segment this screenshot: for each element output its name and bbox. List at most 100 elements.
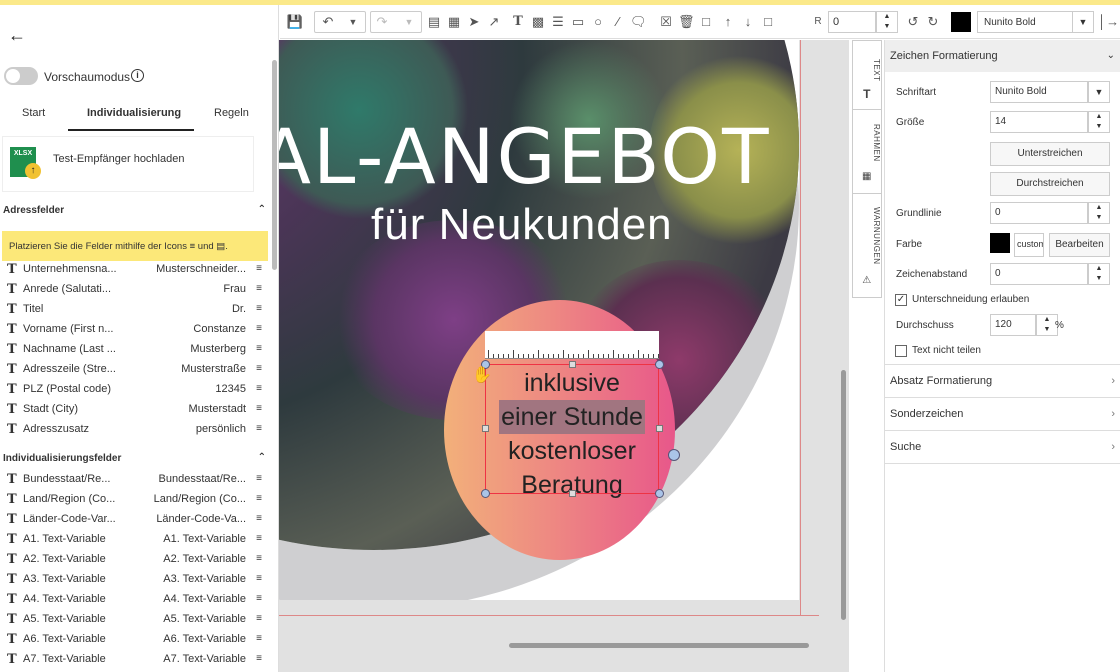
- upload-test-recipients-button[interactable]: XLSX ↑ Test-Empfänger hochladen: [3, 137, 253, 191]
- insert-field-icon[interactable]: ≡: [256, 613, 262, 624]
- barcode-icon[interactable]: ☰: [550, 12, 566, 32]
- accordion-suche[interactable]: Suche ›: [885, 430, 1120, 463]
- baseline-stepper[interactable]: ▲ ▼: [1088, 202, 1110, 224]
- side-tab-warnungen[interactable]: WARNUNGEN: [853, 201, 881, 271]
- canvas-vertical-scrollbar[interactable]: [841, 370, 846, 620]
- field-row[interactable]: T Titel Dr. ≡: [0, 300, 268, 320]
- paste-icon[interactable]: ▦: [446, 12, 462, 32]
- comment-icon[interactable]: 🗨: [630, 12, 647, 32]
- insert-field-icon[interactable]: ≡: [256, 533, 262, 544]
- strikethrough-button[interactable]: Durchstreichen: [990, 172, 1110, 196]
- text-color-swatch[interactable]: [951, 12, 971, 32]
- delete-icon[interactable]: 🗑: [678, 12, 695, 32]
- insert-field-icon[interactable]: ≡: [256, 323, 262, 334]
- field-row[interactable]: T A5. Text-Variable A5. Text-Variable ≡: [0, 610, 268, 630]
- resize-handle-tr[interactable]: [655, 360, 664, 369]
- field-row[interactable]: T Länder-Code-Var... Länder-Code-Va... ≡: [0, 510, 268, 530]
- spacing-stepper[interactable]: ▲ ▼: [1088, 263, 1110, 285]
- insert-field-icon[interactable]: ≡: [256, 283, 262, 294]
- insert-field-icon[interactable]: ≡: [256, 363, 262, 374]
- size-input[interactable]: 14: [990, 111, 1088, 133]
- insert-field-icon[interactable]: ≡: [256, 343, 262, 354]
- section-address-header[interactable]: Adressfelder ⌃: [3, 204, 268, 216]
- rectangle-tool-icon[interactable]: ▭: [570, 12, 586, 32]
- resize-handle-left[interactable]: [482, 425, 489, 432]
- side-tab-text[interactable]: TEXT: [853, 49, 881, 91]
- resize-handle-bottom[interactable]: [569, 490, 576, 497]
- canvas-horizontal-scrollbar[interactable]: [509, 643, 809, 648]
- headline-text[interactable]: AL-ANGEBOT: [279, 112, 771, 201]
- insert-field-icon[interactable]: ≡: [256, 383, 262, 394]
- field-row[interactable]: T Adresszeile (Stre... Musterstraße ≡: [0, 360, 268, 380]
- preview-toggle[interactable]: [4, 67, 38, 85]
- insert-field-icon[interactable]: ≡: [256, 633, 262, 644]
- tab-regeln[interactable]: Regeln: [214, 107, 249, 119]
- undo-icon[interactable]: ↶: [318, 12, 338, 32]
- side-tab-rahmen[interactable]: RAHMEN: [853, 117, 881, 169]
- field-row[interactable]: T A1. Text-Variable A1. Text-Variable ≡: [0, 530, 268, 550]
- tab-start[interactable]: Start: [22, 107, 45, 119]
- accordion-absatz[interactable]: Absatz Formatierung ›: [885, 364, 1120, 397]
- insert-field-icon[interactable]: ≡: [256, 553, 262, 564]
- field-row[interactable]: T A7. Text-Variable A7. Text-Variable ≡: [0, 650, 268, 670]
- field-row[interactable]: T Anrede (Salutati... Frau ≡: [0, 280, 268, 300]
- bring-forward-icon[interactable]: ↑: [720, 12, 736, 32]
- nosplit-checkbox[interactable]: [895, 345, 907, 357]
- color-swatch[interactable]: [990, 233, 1010, 253]
- copy-icon[interactable]: ▤: [426, 12, 442, 32]
- redo-icon[interactable]: ↷: [372, 12, 392, 32]
- insert-field-icon[interactable]: ≡: [256, 573, 262, 584]
- crop-icon[interactable]: □: [698, 12, 714, 32]
- rotate-left-icon[interactable]: ↺: [904, 12, 922, 32]
- underline-button[interactable]: Unterstreichen: [990, 142, 1110, 166]
- insert-field-icon[interactable]: ≡: [256, 493, 262, 504]
- field-row[interactable]: T A4. Text-Variable A4. Text-Variable ≡: [0, 590, 268, 610]
- insert-field-icon[interactable]: ≡: [256, 593, 262, 604]
- leading-input[interactable]: 120: [990, 314, 1036, 336]
- field-row[interactable]: T A3. Text-Variable A3. Text-Variable ≡: [0, 570, 268, 590]
- hide-icon[interactable]: ☒: [658, 12, 674, 32]
- field-row[interactable]: T Adresszusatz persönlich ≡: [0, 420, 268, 440]
- insert-field-icon[interactable]: ≡: [256, 423, 262, 434]
- color-custom-select[interactable]: custom: [1014, 233, 1044, 257]
- chevron-down-icon[interactable]: ▼: [1072, 11, 1094, 33]
- chevron-down-icon[interactable]: ▼: [1088, 81, 1110, 103]
- kerning-checkbox[interactable]: ✓: [895, 294, 907, 306]
- selection-box[interactable]: [485, 364, 659, 494]
- accordion-sonderzeichen[interactable]: Sonderzeichen ›: [885, 397, 1120, 430]
- image-tool-icon[interactable]: ▩: [530, 12, 546, 32]
- section-custom-header[interactable]: Individualisierungsfelder ⌃: [3, 452, 268, 464]
- text-ruler[interactable]: [485, 331, 659, 359]
- insert-field-icon[interactable]: ≡: [256, 263, 262, 274]
- back-arrow-icon[interactable]: ←: [8, 25, 26, 46]
- info-icon[interactable]: i: [131, 69, 144, 82]
- subline-text[interactable]: für Neukunden: [371, 200, 673, 250]
- resize-handle-top[interactable]: [569, 361, 576, 368]
- size-stepper[interactable]: ▲ ▼: [1088, 111, 1110, 133]
- field-row[interactable]: T PLZ (Postal code) 12345 ≡: [0, 380, 268, 400]
- field-row[interactable]: T A2. Text-Variable A2. Text-Variable ≡: [0, 550, 268, 570]
- color-edit-button[interactable]: Bearbeiten: [1049, 233, 1110, 257]
- spacing-input[interactable]: 0: [990, 263, 1088, 285]
- resize-handle-br[interactable]: [655, 489, 664, 498]
- line-tool-icon[interactable]: ∕: [610, 12, 626, 32]
- field-row[interactable]: T A6. Text-Variable A6. Text-Variable ≡: [0, 630, 268, 650]
- design-canvas[interactable]: AL-ANGEBOT für Neukunden inklusive einer…: [279, 40, 849, 672]
- text-tool-icon[interactable]: T: [510, 12, 526, 32]
- insert-field-icon[interactable]: ≡: [256, 653, 262, 664]
- pointer-icon[interactable]: ➤: [466, 12, 482, 32]
- rotate-right-icon[interactable]: ↻: [924, 12, 942, 32]
- insert-field-icon[interactable]: ≡: [256, 513, 262, 524]
- insert-field-icon[interactable]: ≡: [256, 403, 262, 414]
- field-row[interactable]: T Stadt (City) Musterstadt ≡: [0, 400, 268, 420]
- resize-handle-bl[interactable]: [481, 489, 490, 498]
- send-backward-icon[interactable]: ↓: [740, 12, 756, 32]
- tab-individualisierung[interactable]: Individualisierung: [87, 107, 181, 119]
- undo-dropdown-icon[interactable]: ▼: [344, 12, 362, 32]
- rotation-input[interactable]: 0: [828, 11, 876, 33]
- insert-field-icon[interactable]: ≡: [256, 303, 262, 314]
- insert-field-icon[interactable]: ≡: [256, 473, 262, 484]
- field-row[interactable]: T Bundesstaat/Re... Bundesstaat/Re... ≡: [0, 470, 268, 490]
- field-row[interactable]: T Nachname (Last ... Musterberg ≡: [0, 340, 268, 360]
- align-icon[interactable]: │→: [1098, 12, 1119, 32]
